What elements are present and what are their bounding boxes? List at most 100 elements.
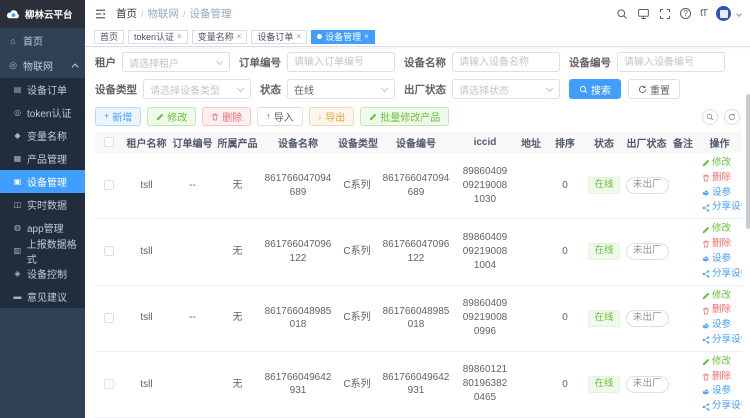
order-no-cell: -- [170,285,215,351]
select-all-cell [95,132,123,153]
tab[interactable]: token认证 × [128,30,188,44]
app-logo[interactable]: 柳林云平台 [0,0,85,28]
share-icon [702,204,710,212]
share-icon [702,403,710,411]
row-edit-link[interactable]: 修改 [702,223,731,236]
reset-button[interactable]: 重置 [628,79,680,99]
device-type-cell: C系列 [336,351,378,417]
sidebar-subitem[interactable]: ▤ 设备订单 [0,78,85,101]
sidebar-group-iot[interactable]: ◎ 物联网 [0,53,85,78]
row-set-params-link[interactable]: 设参 [702,253,731,266]
remark-cell [669,219,697,285]
device-no-input[interactable] [617,52,725,72]
sidebar-subitem[interactable]: ◆ 变量名称 [0,124,85,147]
order-no-input[interactable] [287,52,395,72]
help-icon[interactable]: ? [680,8,691,19]
select-all-checkbox[interactable] [104,137,114,147]
row-checkbox[interactable] [104,180,114,190]
row-checkbox[interactable] [104,379,114,389]
tenant-cell: tsll [123,153,170,219]
sidebar-subitem[interactable]: ▣ 设备管理 [0,170,85,193]
filter-device-name: 设备名称 [404,52,560,72]
close-icon[interactable]: × [237,33,242,41]
row-edit-link[interactable]: 修改 [702,290,731,303]
filter-form: 租户 请选择租户 订单编号 设备名称 设备编号 [95,52,740,106]
iccid-cell: 89860121801963820465 [454,351,516,417]
column-header: 设备类型 [336,132,378,153]
row-set-params-link[interactable]: 设参 [702,385,731,398]
factory-status-select[interactable]: 请选择状态 [452,79,560,99]
trash-icon [211,113,219,121]
sidebar-subitem[interactable]: ▦ 产品管理 [0,147,85,170]
sidebar-group-label: 物联网 [23,58,69,73]
row-checkbox[interactable] [104,246,114,256]
tenant-select[interactable]: 请选择租户 [122,52,230,72]
order-icon: ▤ [13,85,22,94]
batch-edit-product-button[interactable]: 批量修改产品 [360,107,449,126]
sidebar-subitem[interactable]: ▬ 意见建议 [0,285,85,308]
row-share-device-link[interactable]: 分享设备 [702,201,742,214]
collapse-sidebar-icon[interactable] [94,8,107,20]
order-no-label: 订单编号 [239,55,281,70]
row-delete-link[interactable]: 删除 [702,172,731,185]
sidebar-subitem[interactable]: ◎ token认证 [0,101,85,124]
delete-button[interactable]: 删除 [202,107,251,126]
tenant-cell: tsll [123,351,170,417]
avatar-logo [720,10,728,18]
row-edit-link[interactable]: 修改 [702,356,731,369]
device-type-select[interactable]: 请选择设备类型 [143,79,251,99]
sidebar-subitem[interactable]: ▥ 上报数据格式 [0,239,85,262]
close-icon[interactable]: × [177,33,182,41]
export-button[interactable]: ↓ 导出 [309,107,355,126]
sidebar-submenu: ▤ 设备订单 ◎ token认证 ◆ 变量名称 ▦ 产品管理 ▣ 设备管理 ◫ … [0,78,85,308]
product-cell: 无 [215,351,260,417]
edit-button[interactable]: 修改 [147,107,196,126]
breadcrumb-item[interactable]: 首页 [116,6,137,21]
sidebar-item-home[interactable]: ⌂ 首页 [0,28,85,53]
row-checkbox[interactable] [104,313,114,323]
chevron-down-icon [216,58,223,65]
device-type-cell: C系列 [336,153,378,219]
operations-cell: 修改 删除 设参 分享设备 [697,153,742,219]
row-set-params-link[interactable]: 设参 [702,319,731,332]
row-edit-link[interactable]: 修改 [702,157,731,170]
layout-size-icon[interactable] [637,8,650,20]
user-avatar[interactable] [716,6,731,21]
status-select[interactable]: 在线 [287,79,395,99]
search-icon[interactable] [616,8,628,20]
tab[interactable]: 设备管理 × [311,30,375,44]
scrollbar-thumb[interactable] [746,94,750,229]
user-menu-caret-icon[interactable] [736,11,742,17]
add-button[interactable]: + 新增 [95,107,141,126]
iot-icon: ◎ [8,60,18,71]
toggle-search-button[interactable] [702,109,718,125]
search-button[interactable]: 搜索 [569,79,621,99]
factory-status-cell: 未出厂 [624,219,669,285]
row-share-device-link[interactable]: 分享设备 [702,268,742,281]
close-icon[interactable]: × [364,33,369,41]
font-size-icon[interactable]: tT [700,8,707,19]
variable-icon: ◆ [13,131,22,140]
tab[interactable]: 变量名称 × [192,30,248,44]
sidebar-subitem[interactable]: ◫ 实时数据 [0,193,85,216]
navbar-actions: ? tT [616,6,741,21]
share-icon [702,336,710,344]
import-button[interactable]: ↑ 导入 [257,107,303,126]
row-share-device-link[interactable]: 分享设备 [702,334,742,347]
row-delete-link[interactable]: 删除 [702,304,731,317]
tab[interactable]: 首页 [94,30,124,44]
pencil-icon [702,159,710,167]
row-delete-link[interactable]: 删除 [702,371,731,384]
device-no-cell: 861766048985018 [378,285,454,351]
device-name-input[interactable] [452,52,560,72]
row-set-params-link[interactable]: 设参 [702,187,731,200]
row-share-device-link[interactable]: 分享设备 [702,400,742,413]
row-delete-link[interactable]: 删除 [702,238,731,251]
refresh-table-button[interactable] [724,109,740,125]
tab[interactable]: 设备订单 × [251,30,307,44]
device-name-cell: 861766047094689 [260,153,336,219]
close-icon[interactable]: × [296,33,301,41]
tenant-cell: tsll [123,285,170,351]
operations-cell: 修改 删除 设参 分享设备 [697,351,742,417]
fullscreen-icon[interactable] [659,8,671,20]
